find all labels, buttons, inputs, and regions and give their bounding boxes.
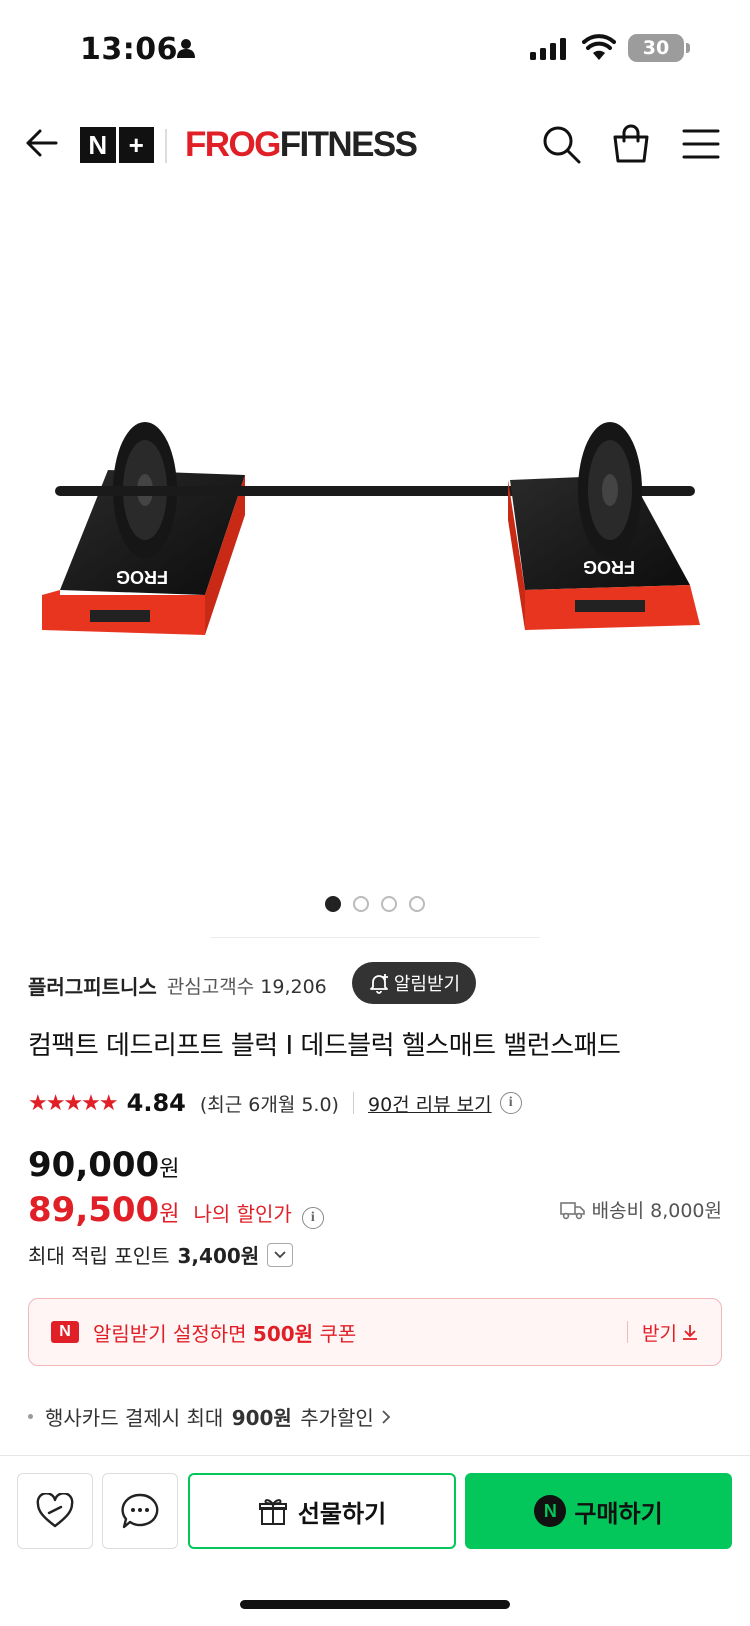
home-indicator <box>240 1600 510 1609</box>
naver-pay-icon: N <box>534 1495 567 1527</box>
recent-rating: (최근 6개월 5.0) <box>199 1093 339 1116</box>
benefit-amount: 900원 <box>231 1406 292 1430</box>
gift-button[interactable]: 선물하기 <box>188 1473 456 1549</box>
my-discount-label: 나의 할인가 <box>193 1202 292 1226</box>
coupon-suffix: 쿠폰 <box>319 1321 357 1346</box>
sale-price: 89,500 원 나의 할인가 i <box>28 1190 324 1230</box>
wishlist-button[interactable] <box>17 1473 93 1549</box>
shipping-fee: 배송비 8,000원 <box>559 1196 722 1223</box>
brand-fitness: FITNESS <box>279 125 418 164</box>
naver-plus-logo[interactable]: N + <box>80 127 154 163</box>
info-icon[interactable]: i <box>499 1092 522 1114</box>
info-icon[interactable]: i <box>301 1207 324 1229</box>
fans-label: 관심고객수 <box>166 975 255 998</box>
coupon-download-button[interactable]: 받기 <box>642 1319 699 1346</box>
currency-label: 원 <box>159 1202 180 1227</box>
reviews-link[interactable]: 90건 리뷰 보기 <box>368 1090 492 1117</box>
talk-button[interactable] <box>102 1473 178 1549</box>
original-price: 90,000원 <box>28 1145 179 1185</box>
product-title: 컴팩트 데드리프트 블럭 I 데드블럭 헬스매트 밸런스패드 <box>28 1031 621 1061</box>
rating-row: ★★★★★ 4.84 (최근 6개월 5.0) 90건 리뷰 보기 i <box>28 1087 522 1119</box>
svg-text:FROG: FROG <box>116 567 168 587</box>
shopping-bag-icon[interactable] <box>610 123 652 165</box>
coupon-text: 알림받기 설정하면 500원 쿠폰 <box>93 1318 356 1347</box>
gallery-dot[interactable] <box>325 896 341 912</box>
person-icon <box>177 39 195 58</box>
nplus-n: N <box>88 130 108 160</box>
brand-frog: FROG <box>185 125 281 164</box>
status-bar: 13:06 30 <box>0 0 750 100</box>
wifi-icon <box>582 34 616 60</box>
menu-icon[interactable] <box>680 123 722 165</box>
original-price-value: 90,000 <box>28 1145 160 1185</box>
points-value: 3,400원 <box>177 1244 260 1268</box>
fans-count: 19,206 <box>260 975 327 998</box>
coupon-divider <box>627 1321 629 1343</box>
gift-label: 선물하기 <box>297 1499 387 1528</box>
search-icon[interactable] <box>540 123 582 165</box>
back-arrow-icon[interactable] <box>22 123 62 163</box>
header-divider <box>165 129 167 163</box>
max-points: 최대 적립 포인트 3,400원 <box>28 1240 294 1269</box>
rating-stars: ★★★★★ <box>28 1090 119 1116</box>
sale-price-value: 89,500 <box>28 1190 160 1230</box>
bullet-dot <box>28 1414 33 1419</box>
top-nav: N + FROGFITNESS <box>0 105 750 185</box>
store-fans: 관심고객수 19,206 <box>167 972 327 999</box>
currency-label: 원 <box>159 1157 180 1182</box>
battery-indicator: 30 <box>628 34 690 62</box>
subscribe-alarm-button[interactable]: 알림받기 <box>352 962 476 1004</box>
chat-bubble-icon <box>121 1493 159 1529</box>
benefit-item[interactable]: 행사카드 결제시 최대 900원 추가할인 <box>28 1402 392 1431</box>
product-image[interactable]: FROG FROG <box>0 190 750 860</box>
rating-divider <box>352 1092 354 1114</box>
store-name[interactable]: 플러그피트니스 <box>28 971 157 1000</box>
points-expand-button[interactable] <box>267 1242 294 1267</box>
gallery-dot[interactable] <box>353 896 369 912</box>
store-logo[interactable]: FROGFITNESS <box>185 125 418 165</box>
coupon-banner[interactable]: N 알림받기 설정하면 500원 쿠폰 받기 <box>28 1298 722 1366</box>
coupon-amount: 500원 <box>252 1321 314 1346</box>
gallery-dot[interactable] <box>381 896 397 912</box>
truck-icon <box>559 1201 585 1219</box>
bell-plus-icon <box>369 974 388 994</box>
points-label: 최대 적립 포인트 <box>28 1244 170 1268</box>
coupon-prefix: 알림받기 설정하면 <box>93 1321 247 1346</box>
buy-button[interactable]: N 구매하기 <box>465 1473 732 1549</box>
alarm-label: 알림받기 <box>393 974 461 995</box>
benefit-suffix: 추가할인 <box>300 1406 374 1430</box>
naver-badge: N <box>51 1321 79 1343</box>
coupon-get-label: 받기 <box>642 1322 677 1345</box>
heart-icon <box>36 1493 74 1528</box>
store-info: 플러그피트니스 관심고객수 19,206 <box>28 965 327 1005</box>
buy-label: 구매하기 <box>574 1499 663 1528</box>
gallery-dot[interactable] <box>409 896 425 912</box>
rating-score: 4.84 <box>126 1089 186 1117</box>
shipping-text: 배송비 8,000원 <box>591 1200 722 1222</box>
battery-level: 30 <box>642 37 670 59</box>
download-icon <box>683 1325 697 1340</box>
gift-icon <box>258 1499 287 1525</box>
section-divider <box>210 937 540 938</box>
nplus-plus: + <box>115 127 155 163</box>
benefit-prefix: 행사카드 결제시 최대 <box>45 1406 224 1430</box>
svg-text:FROG: FROG <box>583 557 635 577</box>
chevron-right-icon <box>382 1409 391 1424</box>
gallery-pagination <box>0 896 750 912</box>
chevron-down-icon <box>274 1250 286 1258</box>
status-time: 13:06 <box>80 32 178 67</box>
cellular-signal-icon <box>530 38 566 60</box>
